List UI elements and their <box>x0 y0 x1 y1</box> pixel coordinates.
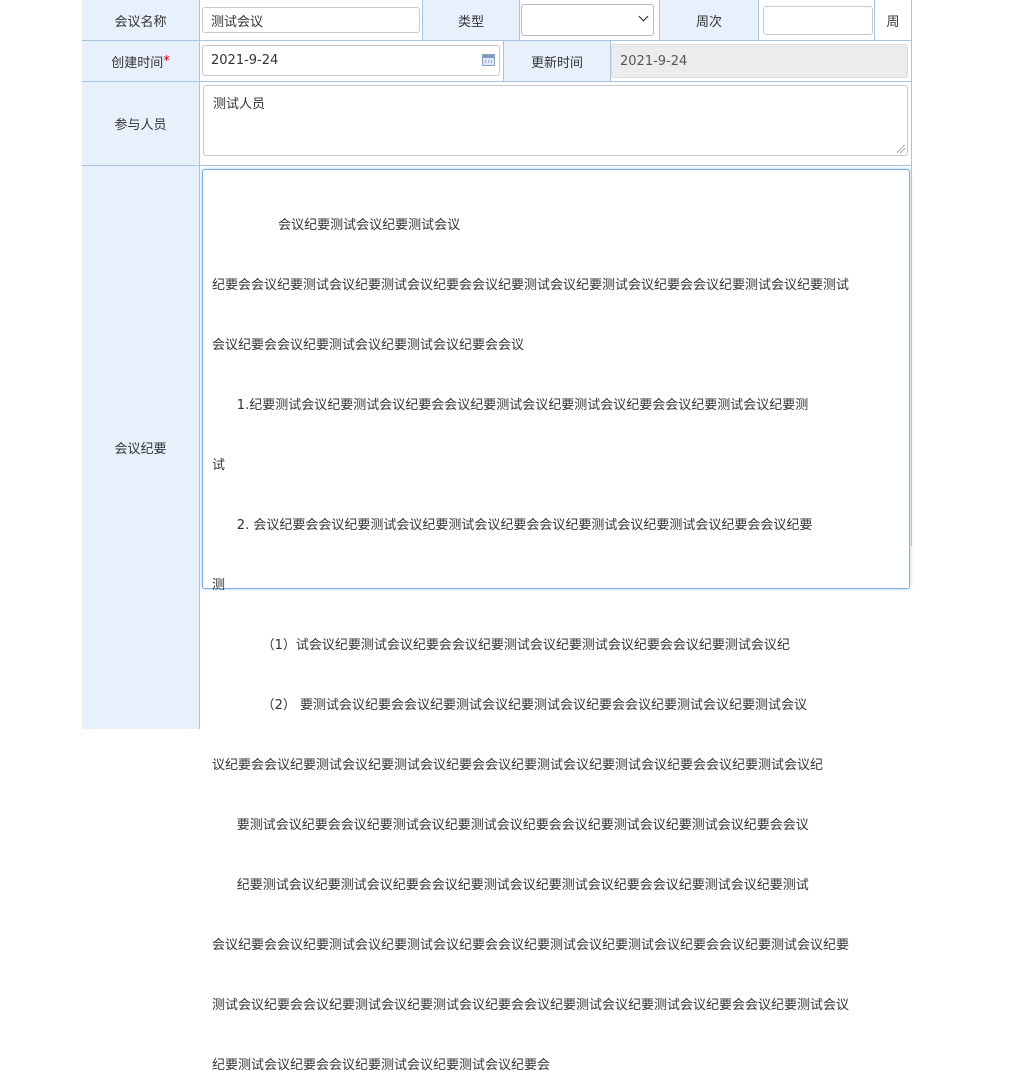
created-date-value: 2021-9-24 <box>211 53 279 68</box>
updated-label: 更新时间 <box>503 41 611 81</box>
updated-date-field: 2021-9-24 <box>611 44 908 78</box>
minutes-line: 2. 会议纪要会会议纪要测试会议纪要测试会议纪要会会议纪要测试会议纪要测试会议纪… <box>212 518 813 533</box>
calendar-icon[interactable] <box>482 54 495 66</box>
created-label-text: 创建时间 <box>111 55 164 71</box>
minutes-line: 会议纪要测试会议纪要测试会议 <box>212 218 461 233</box>
minutes-content: 会议纪要测试会议纪要测试会议 纪要会会议纪要测试会议纪要测试会议纪要会会议纪要测… <box>212 176 901 1092</box>
participants-value: 测试人员 <box>213 97 266 112</box>
minutes-line: 试 <box>212 458 226 473</box>
chevron-down-icon <box>638 11 649 22</box>
week-unit: 周 <box>874 0 911 40</box>
minutes-line: （1）试会议纪要测试会议纪要会会议纪要测试会议纪要测试会议纪要会会议纪要测试会议… <box>212 638 790 653</box>
minutes-line: 纪要测试会议纪要会会议纪要测试会议纪要测试会议纪要会 <box>212 1058 551 1073</box>
minutes-label: 会议纪要 <box>82 166 200 729</box>
row-created: 创建时间 * 2021-9-24 更新时间 2021-9-24 <box>82 41 911 82</box>
row-participants: 参与人员 测试人员 <box>82 82 911 166</box>
meeting-name-label: 会议名称 <box>82 0 200 40</box>
created-label: 创建时间 * <box>82 41 200 81</box>
minutes-line: 会议纪要会会议纪要测试会议纪要测试会议纪要会会议 <box>212 338 525 353</box>
minutes-line: 测 <box>212 578 226 593</box>
created-date-input[interactable]: 2021-9-24 <box>202 45 500 76</box>
minutes-line: 议纪要会会议纪要测试会议纪要测试会议纪要会会议纪要测试会议纪要测试会议纪要会会议… <box>212 758 824 773</box>
type-select[interactable] <box>521 4 654 36</box>
minutes-line: 纪要会会议纪要测试会议纪要测试会议纪要会会议纪要测试会议纪要测试会议纪要会会议纪… <box>212 278 850 293</box>
week-label: 周次 <box>659 0 759 40</box>
type-label: 类型 <box>422 0 520 40</box>
minutes-line: 会议纪要会会议纪要测试会议纪要测试会议纪要会会议纪要测试会议纪要测试会议纪要会会… <box>212 938 850 953</box>
minutes-textarea[interactable]: 会议纪要测试会议纪要测试会议 纪要会会议纪要测试会议纪要测试会议纪要会会议纪要测… <box>202 169 910 1073</box>
meeting-name-input[interactable]: 测试会议 <box>202 7 420 33</box>
resize-grip-icon[interactable] <box>897 145 905 153</box>
minutes-line: （2） 要测试会议纪要会会议纪要测试会议纪要测试会议纪要会会议纪要测试会议纪要测… <box>212 698 807 713</box>
required-mark: * <box>163 53 170 69</box>
minutes-line: 1.纪要测试会议纪要测试会议纪要会会议纪要测试会议纪要测试会议纪要会会议纪要测试… <box>212 398 809 413</box>
participants-textarea[interactable]: 测试人员 <box>203 85 908 156</box>
minutes-line: 要测试会议纪要会会议纪要测试会议纪要测试会议纪要会会议纪要测试会议纪要测试会议纪… <box>212 818 809 833</box>
row-minutes: 会议纪要 会议纪要测试会议纪要测试会议 纪要会会议纪要测试会议纪要测试会议纪要会… <box>82 166 911 1073</box>
minutes-line: 测试会议纪要会会议纪要测试会议纪要测试会议纪要会会议纪要测试会议纪要测试会议纪要… <box>212 998 850 1013</box>
minutes-line: 纪要测试会议纪要测试会议纪要会会议纪要测试会议纪要测试会议纪要会会议纪要测试会议… <box>212 878 809 893</box>
week-input[interactable] <box>763 6 873 35</box>
participants-label: 参与人员 <box>82 82 200 165</box>
row-meeting-name: 会议名称 测试会议 类型 周次 周 <box>82 0 911 41</box>
